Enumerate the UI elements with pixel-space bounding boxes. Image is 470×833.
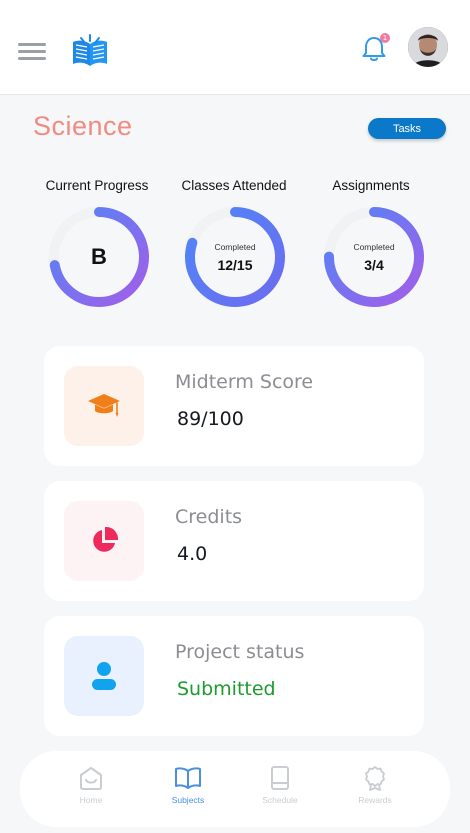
nav-label-rewards: Rewards [358,795,392,805]
graduation-cap-icon [88,394,120,417]
nav-label-schedule: Schedule [262,795,298,805]
notification-badge: 1 [380,33,390,43]
project-icon-box [64,636,144,716]
avatar[interactable] [408,27,448,67]
nav-item-schedule[interactable]: Schedule [245,765,315,815]
current-progress-label: Current Progress [45,178,149,193]
nav-label-subjects: Subjects [171,795,205,805]
grade-value: B [91,244,107,269]
card-value: 89/100 [177,408,244,430]
app-screen: 1 Science Tasks Current Progress Classes… [0,0,470,833]
credits-card[interactable]: Credits 4.0 [44,481,424,601]
project-status-card[interactable]: Project status Submitted [44,616,424,736]
award-icon [365,766,385,791]
assignments-label: Assignments [332,178,410,193]
tasks-button[interactable]: Tasks [368,118,446,139]
user-icon [92,662,116,690]
notebook-icon [271,766,289,790]
status-value: Submitted [177,678,276,700]
home-icon [80,767,102,790]
nav-item-home[interactable]: Home [56,765,126,815]
page-title: Science [33,111,133,141]
card-value: 4.0 [177,543,208,565]
card-title: Credits [175,506,243,528]
menu-icon[interactable] [18,43,46,61]
credits-icon-box [64,501,144,581]
completed-caption: Completed [353,241,395,252]
nav-label-home: Home [79,795,103,805]
completed-caption: Completed [214,241,256,252]
card-title: Midterm Score [175,371,314,393]
midterm-icon-box [64,366,144,446]
nav-item-subjects[interactable]: Subjects [153,765,223,815]
classes-attended-ring: Completed 12/15 [183,205,287,309]
current-progress-ring: B [47,205,151,309]
classes-attended-value: 12/15 [217,256,253,273]
open-book-icon [175,767,201,789]
top-header: 1 [0,0,470,95]
nav-item-rewards[interactable]: Rewards [340,765,410,815]
bell-icon[interactable]: 1 [360,33,390,64]
assignments-value: 3/4 [364,256,384,273]
midterm-score-card[interactable]: Midterm Score 89/100 [44,346,424,466]
bottom-nav: Home Subjects Schedule Rewards [20,751,450,827]
book-logo-icon [73,34,107,66]
classes-attended-label: Classes Attended [181,178,287,193]
pie-chart-icon [93,526,119,552]
card-title: Project status [175,641,305,663]
assignments-ring: Completed 3/4 [322,205,426,309]
